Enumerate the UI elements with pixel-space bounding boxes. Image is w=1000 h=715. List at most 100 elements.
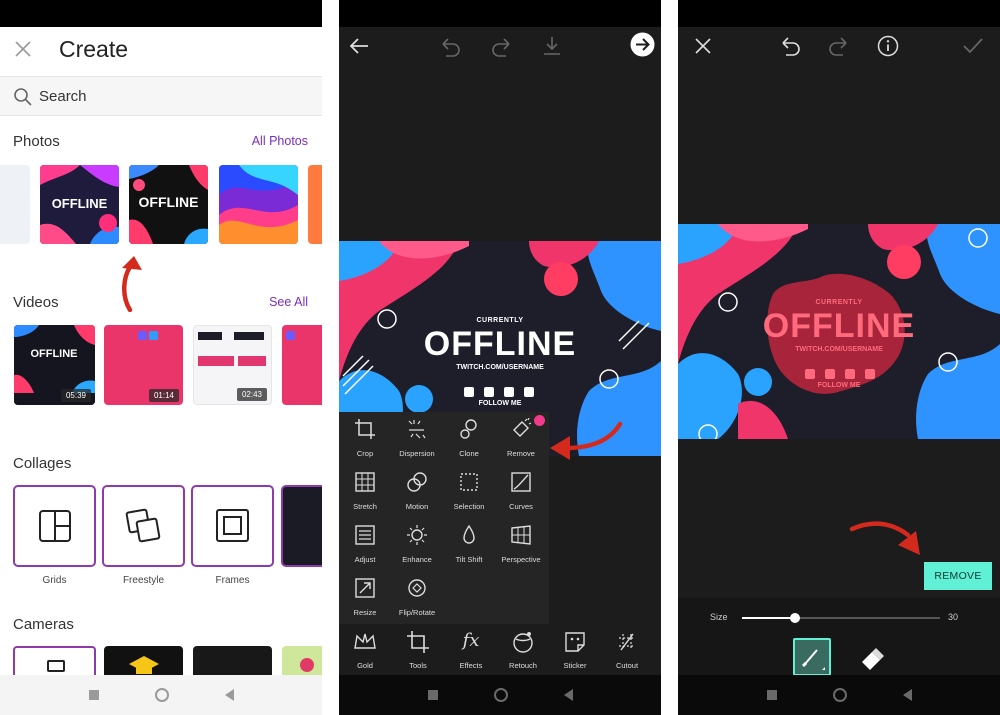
crown-icon (354, 633, 376, 649)
banner-image-masked[interactable]: CURRENTLY OFFLINE TWITCH.COM/USERNAME FO… (678, 224, 1000, 439)
close-icon[interactable] (14, 40, 32, 58)
tool-crop[interactable]: Crop (339, 412, 391, 465)
remove-icon (513, 417, 532, 437)
redo-icon[interactable] (491, 37, 513, 57)
download-icon[interactable] (541, 35, 563, 57)
back-nav-icon[interactable] (563, 689, 573, 701)
tool-enhance[interactable]: Enhance (391, 518, 443, 571)
tool-curves[interactable]: Curves (495, 465, 547, 518)
banner-url: TWITCH.COM/USERNAME (456, 364, 544, 371)
bottom-toolbar: Gold Tools fx Effects Retouch Sticker Cu… (339, 624, 661, 676)
video-duration: 05:39 (60, 389, 91, 402)
redo-icon[interactable] (828, 36, 850, 56)
tool-tilt-shift[interactable]: Tilt Shift (443, 518, 495, 571)
back-nav-icon[interactable] (224, 689, 234, 701)
curves-icon (511, 472, 531, 492)
remove-button[interactable]: REMOVE (924, 562, 992, 590)
svg-text:OFFLINE: OFFLINE (30, 348, 77, 360)
photo-thumb[interactable]: OFFLINE (40, 165, 119, 244)
apply-check-icon[interactable] (962, 37, 984, 55)
back-arrow-icon[interactable] (348, 36, 370, 56)
tool-resize[interactable]: Resize (339, 571, 391, 624)
search-input[interactable]: Search (39, 88, 87, 105)
cameras-section-title: Cameras (13, 616, 74, 633)
eraser-button[interactable] (856, 640, 886, 674)
all-photos-link[interactable]: All Photos (252, 134, 308, 148)
collage-freestyle[interactable] (102, 485, 185, 567)
thumb-headline: OFFLINE (138, 194, 199, 210)
video-thumb[interactable]: 01:14 (104, 325, 183, 405)
close-icon[interactable] (694, 37, 712, 55)
retouch-icon (513, 632, 533, 653)
banner-offline: OFFLINE (423, 325, 577, 363)
toolbar-tools[interactable]: Tools (392, 624, 444, 676)
home-icon[interactable] (493, 688, 508, 702)
recents-icon[interactable] (766, 690, 777, 700)
collage-label: Grids (42, 575, 67, 586)
photo-thumb-partial[interactable] (308, 165, 322, 244)
tool-flip-rotate[interactable]: Flip/Rotate (391, 571, 443, 624)
cutout-icon (619, 633, 635, 651)
toolbar-retouch[interactable]: Retouch (497, 624, 549, 676)
banner-url: TWITCH.COM/USERNAME (795, 346, 883, 353)
recents-icon[interactable] (427, 690, 438, 700)
collage-frames[interactable] (191, 485, 274, 567)
undo-icon[interactable] (439, 37, 461, 57)
home-icon[interactable] (154, 688, 169, 702)
tilt-shift-icon (463, 524, 475, 544)
sticker-icon (565, 632, 585, 652)
see-all-videos-link[interactable]: See All (269, 295, 308, 309)
banner-offline: OFFLINE (762, 307, 916, 345)
tool-selection[interactable]: Selection (443, 465, 495, 518)
editor-tools-screen: CURRENTLY OFFLINE TWITCH.COM/USERNAME FO… (339, 0, 661, 715)
home-icon[interactable] (832, 688, 847, 702)
toolbar-effects[interactable]: fx Effects (445, 624, 497, 676)
tool-remove[interactable]: Remove (495, 412, 547, 465)
android-nav-bar (0, 675, 322, 715)
size-value: 30 (948, 612, 959, 622)
editor-toolbar (339, 27, 661, 65)
back-nav-icon[interactable] (902, 689, 912, 701)
thumb-headline: OFFLINE (51, 196, 108, 211)
tool-stretch[interactable]: Stretch (339, 465, 391, 518)
collage-label: Freestyle (122, 575, 165, 586)
toolbar-cutout[interactable]: Cutout (601, 624, 653, 676)
camera-icon (47, 660, 65, 672)
video-thumb[interactable]: OFFLINE 05:39 (14, 325, 95, 405)
enhance-icon (407, 525, 427, 545)
toolbar-sticker[interactable]: Sticker (549, 624, 601, 676)
photo-thumb-partial[interactable] (0, 165, 30, 244)
next-arrow-icon[interactable] (630, 32, 655, 57)
dispersion-icon (408, 420, 426, 439)
size-label: Size (710, 612, 728, 622)
collage-partial[interactable] (281, 485, 322, 567)
video-duration: 02:43 (236, 388, 267, 401)
video-thumb[interactable]: 02:43 (193, 325, 272, 405)
size-slider[interactable] (742, 613, 940, 623)
video-thumb-partial[interactable] (282, 325, 322, 405)
tool-clone[interactable]: Clone (443, 412, 495, 465)
collage-grids[interactable] (13, 485, 96, 567)
banner-follow: FOLLOW ME (817, 382, 861, 389)
red-arrow-left (550, 421, 623, 460)
slider-thumb[interactable] (790, 613, 801, 623)
page-title: Create (59, 36, 129, 62)
tool-motion[interactable]: Motion (391, 465, 443, 518)
photo-thumb[interactable] (219, 165, 298, 244)
tool-adjust[interactable]: Adjust (339, 518, 391, 571)
photo-thumb[interactable]: OFFLINE (129, 165, 208, 244)
status-bar (339, 0, 661, 27)
info-icon[interactable] (877, 35, 899, 57)
brush-button[interactable] (793, 638, 831, 676)
tool-perspective[interactable]: Perspective (495, 518, 547, 571)
stretch-icon (355, 472, 375, 492)
tool-dispersion[interactable]: Dispersion (391, 412, 443, 465)
undo-icon[interactable] (779, 36, 801, 56)
toolbar-gold[interactable]: Gold (339, 624, 391, 676)
abstract-wave-preview (219, 165, 298, 244)
android-nav-bar (678, 675, 1000, 715)
recents-icon[interactable] (88, 690, 99, 700)
eraser-icon (862, 648, 884, 670)
search-bar[interactable]: Search (0, 76, 322, 116)
brush-icon (801, 649, 825, 670)
